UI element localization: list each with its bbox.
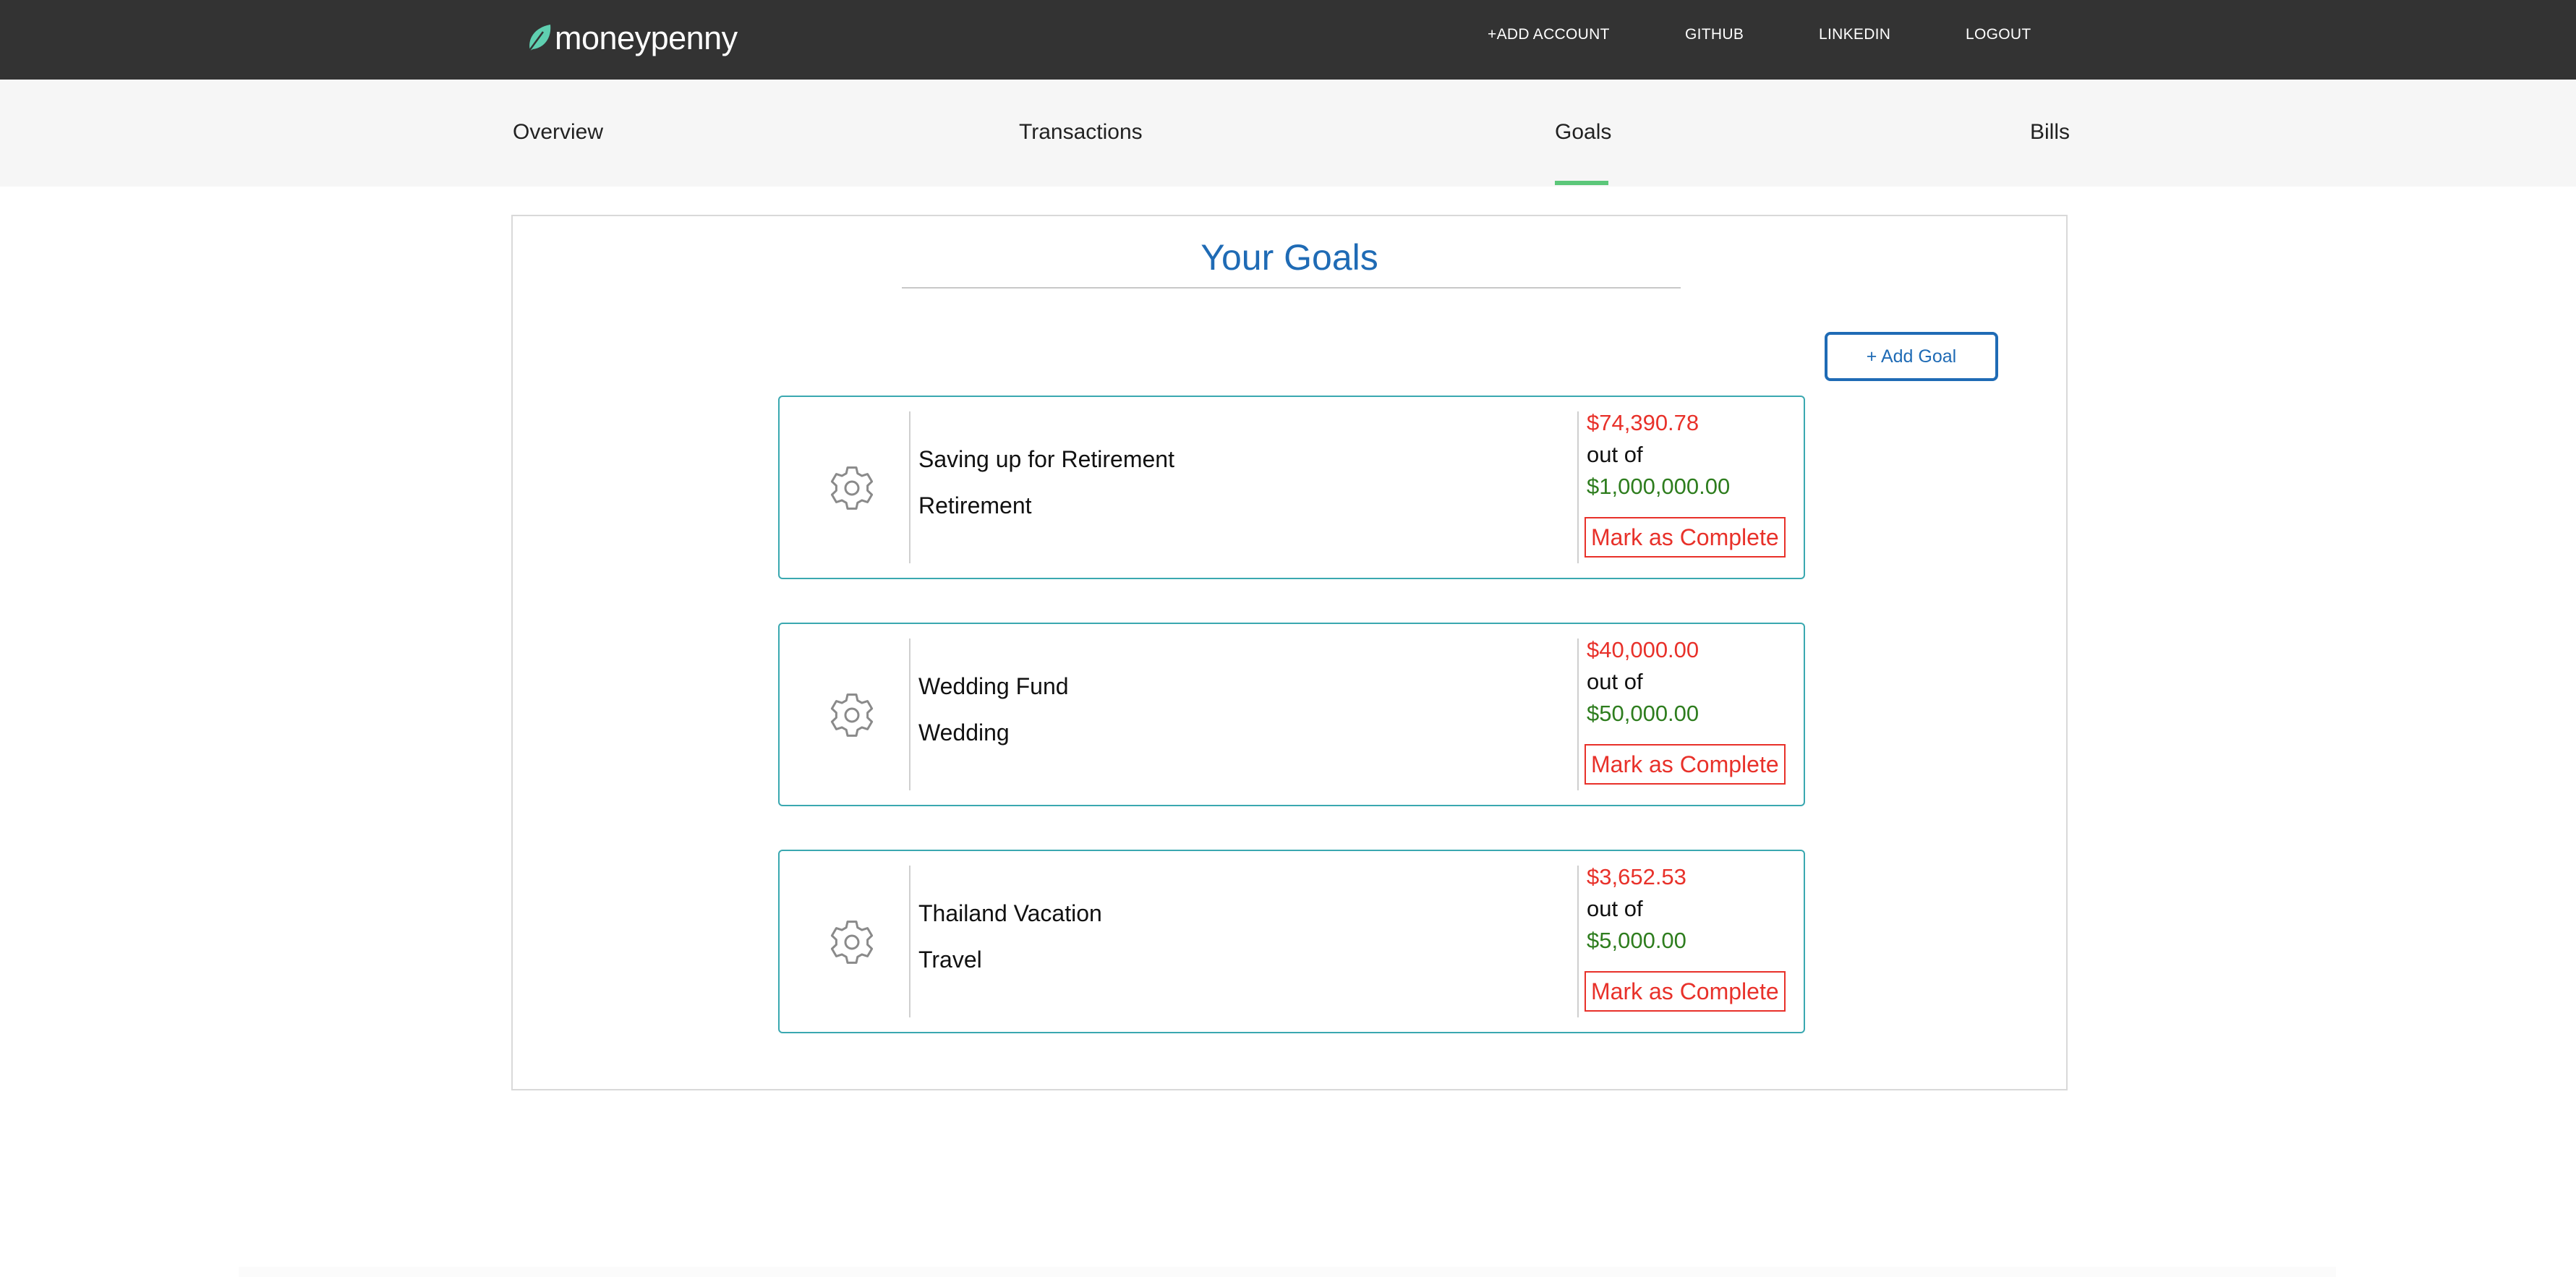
mark-complete-button[interactable]: Mark as Complete (1585, 971, 1786, 1012)
mark-complete-button[interactable]: Mark as Complete (1585, 744, 1786, 785)
mark-complete-button[interactable]: Mark as Complete (1585, 517, 1786, 558)
goal-category: Retirement (918, 492, 1032, 518)
brand-logo[interactable]: moneypenny (524, 13, 738, 64)
goal-card: Thailand Vacation Travel $3,652.53 out o… (778, 850, 1805, 1033)
card-divider (909, 411, 910, 563)
leaf-icon (526, 25, 551, 54)
goal-saved-amount: $3,652.53 (1587, 864, 1686, 889)
gear-icon[interactable] (826, 916, 878, 968)
page-title: Your Goals (1200, 237, 1378, 278)
tab-bills[interactable]: Bills (2030, 120, 2070, 145)
card-divider (909, 638, 910, 790)
goal-target-amount: $5,000.00 (1587, 928, 1686, 953)
goal-card: Saving up for Retirement Retirement $74,… (778, 396, 1805, 579)
gear-icon[interactable] (826, 689, 878, 741)
card-divider (909, 866, 910, 1017)
add-goal-button[interactable]: + Add Goal (1825, 332, 1998, 381)
goal-category: Wedding (918, 719, 1010, 746)
goal-name: Saving up for Retirement (918, 446, 1174, 472)
goal-saved-amount: $74,390.78 (1587, 410, 1699, 435)
title-divider (902, 287, 1681, 289)
card-divider (1577, 411, 1579, 563)
tab-goals[interactable]: Goals (1555, 120, 1611, 145)
tab-transactions[interactable]: Transactions (1019, 120, 1143, 145)
goal-card: Wedding Fund Wedding $40,000.00 out of $… (778, 623, 1805, 806)
goals-panel: Your Goals + Add Goal Saving up for Reti… (511, 215, 2068, 1090)
card-divider (1577, 638, 1579, 790)
add-account-link[interactable]: +ADD ACCOUNT (1488, 26, 1610, 43)
goal-target-amount: $1,000,000.00 (1587, 474, 1731, 499)
top-navbar: moneypenny +ADD ACCOUNT GITHUB LINKEDIN … (0, 0, 2576, 80)
goal-category: Travel (918, 947, 982, 973)
out-of-label: out of (1587, 442, 1643, 467)
page-footer-shade (239, 1267, 2336, 1277)
out-of-label: out of (1587, 669, 1643, 694)
goal-name: Wedding Fund (918, 673, 1069, 699)
gear-icon[interactable] (826, 462, 878, 514)
github-link[interactable]: GITHUB (1685, 26, 1744, 43)
tab-overview[interactable]: Overview (513, 120, 603, 145)
logout-link[interactable]: LOGOUT (1966, 26, 2031, 43)
active-tab-indicator (1555, 181, 1608, 185)
goal-name: Thailand Vacation (918, 900, 1102, 926)
out-of-label: out of (1587, 896, 1643, 921)
section-tabs: Overview Transactions Goals Bills (0, 80, 2576, 187)
linkedin-link[interactable]: LINKEDIN (1819, 26, 1890, 43)
goal-saved-amount: $40,000.00 (1587, 637, 1699, 662)
card-divider (1577, 866, 1579, 1017)
goal-target-amount: $50,000.00 (1587, 701, 1699, 726)
brand-name: moneypenny (555, 20, 738, 56)
